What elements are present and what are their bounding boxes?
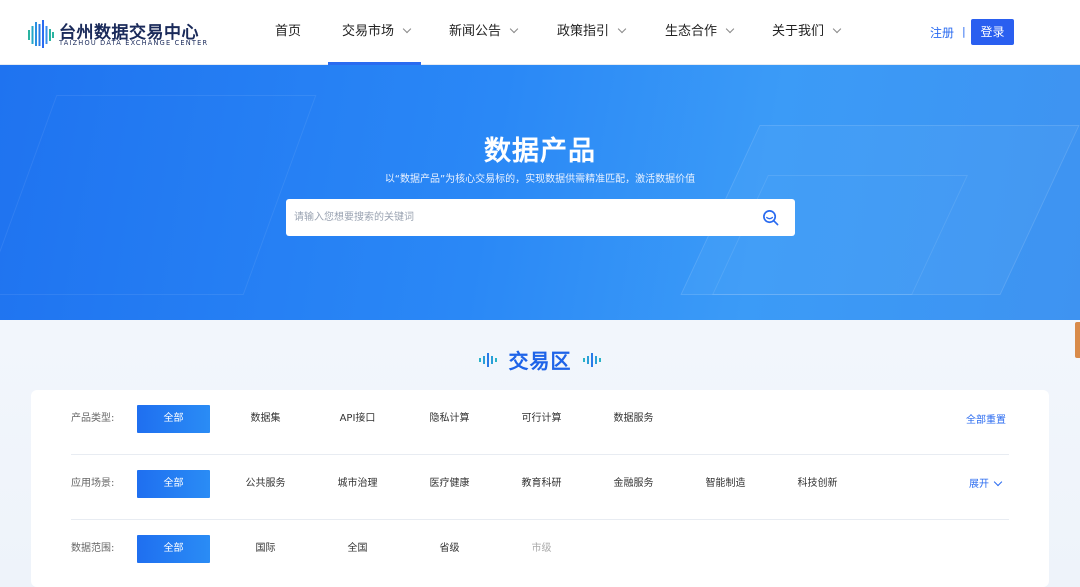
nav-label: 生态合作 [665, 24, 718, 39]
nav-item-ecosystem[interactable]: 生态合作 [665, 0, 735, 65]
main-nav: 首页 交易市场 新闻公告 政策指引 生态合作 关于我们 [0, 0, 1080, 65]
filter-label: 产品类型: [71, 413, 115, 424]
section-title: 交易区 [508, 349, 572, 373]
nav-item-market[interactable]: 交易市场 [342, 0, 412, 65]
register-link[interactable]: 注册 [930, 24, 954, 41]
filter-row-data-scope: 数据范围: 全部 国际 全国 省级 市级 [71, 520, 1009, 584]
chevron-down-icon [993, 477, 1003, 487]
nav-label: 关于我们 [772, 24, 825, 39]
filter-option[interactable]: API接口 [321, 405, 394, 433]
filter-option-all[interactable]: 全部 [137, 470, 210, 498]
section-header: 交易区 [0, 345, 1080, 374]
wave-right-icon [582, 352, 601, 367]
filter-option[interactable]: 省级 [413, 535, 486, 563]
nav-item-about[interactable]: 关于我们 [772, 0, 842, 65]
nav-label: 政策指引 [557, 24, 610, 39]
nav-item-home[interactable]: 首页 [275, 0, 301, 65]
site-header: 台州数据交易中心 TAIZHOU DATA EXCHANGE CENTER 首页… [0, 0, 1080, 65]
filter-row-product-type: 产品类型: 全部 数据集 API接口 隐私计算 可行计算 数据服务 全部重置 [71, 390, 1009, 454]
filter-option-disabled: 市级 [531, 543, 552, 554]
reset-label: 全部重置 [966, 415, 1006, 426]
page-subtitle: 以“数据产品”为核心交易标的，实现数据供需精准匹配，激活数据价值 [384, 174, 696, 185]
expand-label: 展开 [969, 479, 989, 490]
filter-option[interactable]: 城市治理 [321, 470, 394, 498]
search-bar [286, 199, 795, 236]
filter-option[interactable]: 金融服务 [597, 470, 670, 498]
nav-label: 首页 [275, 24, 302, 39]
filter-option[interactable]: 科技创新 [781, 470, 854, 498]
nav-label: 交易市场 [342, 24, 395, 39]
nav-item-news[interactable]: 新闻公告 [449, 0, 519, 65]
filter-option[interactable]: 可行计算 [505, 405, 578, 433]
chevron-down-icon [617, 24, 627, 34]
filter-option[interactable]: 全国 [321, 535, 394, 563]
expand-button[interactable]: 展开 [969, 456, 1003, 520]
nav-label: 新闻公告 [449, 24, 502, 39]
filter-label: 应用场景: [71, 478, 115, 489]
filter-option[interactable]: 数据服务 [597, 405, 670, 433]
login-button[interactable]: 登录 [971, 19, 1014, 45]
chevron-down-icon [832, 24, 842, 34]
nav-item-policy[interactable]: 政策指引 [557, 0, 627, 65]
filter-label: 数据范围: [71, 543, 115, 554]
chevron-down-icon [725, 24, 735, 34]
wave-left-icon [479, 352, 498, 367]
filter-option[interactable]: 医疗健康 [413, 470, 486, 498]
banner-decoration [0, 95, 317, 295]
filter-option[interactable]: 隐私计算 [413, 405, 486, 433]
filter-row-scenario: 应用场景: 全部 公共服务 城市治理 医疗健康 教育科研 金融服务 智能制造 科… [71, 455, 1009, 519]
search-icon[interactable] [762, 209, 779, 226]
filter-panel: 产品类型: 全部 数据集 API接口 隐私计算 可行计算 数据服务 全部重置 应… [31, 390, 1049, 587]
header-divider: | [962, 25, 966, 38]
hero-banner: 数据产品 以“数据产品”为核心交易标的，实现数据供需精准匹配，激活数据价值 [0, 65, 1080, 320]
filter-option-all[interactable]: 全部 [137, 535, 210, 563]
page-title: 数据产品 [484, 136, 596, 167]
search-input[interactable] [286, 199, 746, 236]
chevron-down-icon [509, 24, 519, 34]
filter-option[interactable]: 公共服务 [229, 470, 302, 498]
chevron-down-icon [402, 24, 412, 34]
filter-option[interactable]: 数据集 [229, 405, 302, 433]
filter-option[interactable]: 国际 [229, 535, 302, 563]
filter-option[interactable]: 智能制造 [689, 470, 762, 498]
filter-option[interactable]: 教育科研 [505, 470, 578, 498]
reset-all-button[interactable]: 全部重置 [966, 392, 1006, 456]
filter-option-all[interactable]: 全部 [137, 405, 210, 433]
